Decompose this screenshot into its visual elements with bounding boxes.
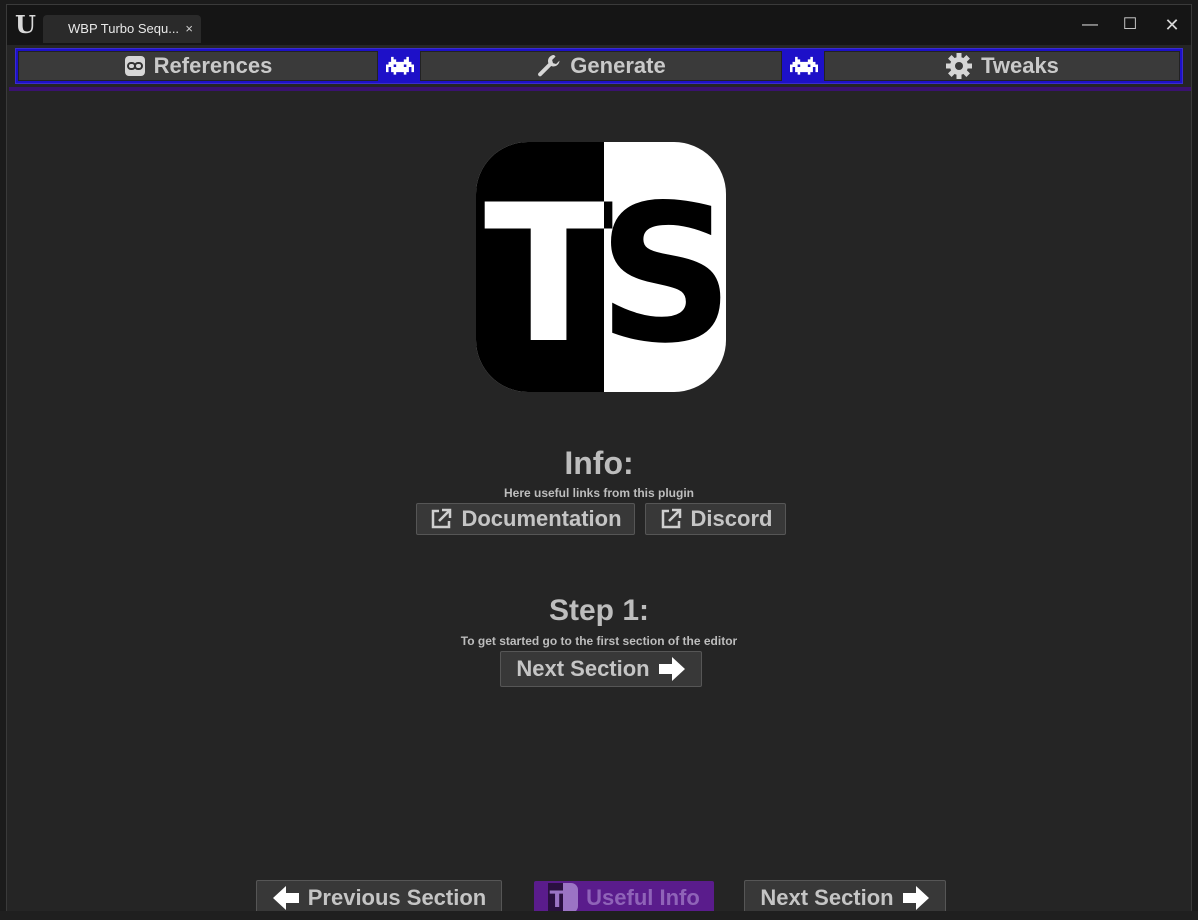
space-invader-icon: [382, 52, 418, 82]
ts-logo-icon: TS: [548, 883, 579, 913]
wrench-icon: [538, 54, 560, 77]
previous-section-label: Previous Section: [307, 885, 487, 910]
maximize-icon[interactable]: ☐: [1117, 13, 1143, 37]
discord-button[interactable]: Discord: [645, 503, 786, 535]
tab-title: WBP Turbo Sequ...: [68, 21, 180, 36]
references-button[interactable]: References: [18, 51, 378, 81]
step1-next-label: Next Section: [516, 656, 650, 681]
turbo-sequencer-logo: TS TS: [476, 142, 726, 392]
unreal-logo-icon: U: [15, 10, 36, 39]
arrow-left-icon: [272, 886, 299, 910]
discord-label: Discord: [690, 506, 773, 531]
step1-next-section-button[interactable]: Next Section: [500, 651, 702, 687]
close-icon[interactable]: ✕: [1159, 13, 1185, 37]
generate-label: Generate: [570, 53, 666, 78]
tweaks-button[interactable]: Tweaks: [824, 51, 1180, 81]
info-heading: Info:: [564, 445, 634, 481]
arrow-right-icon: [658, 657, 685, 681]
os-taskbar-strip: [0, 911, 1198, 920]
documentation-label: Documentation: [461, 506, 622, 531]
footer-next-section-label: Next Section: [760, 885, 894, 910]
generate-button[interactable]: Generate: [420, 51, 782, 81]
useful-info-label: Useful Info: [586, 885, 700, 910]
tweaks-label: Tweaks: [981, 53, 1059, 78]
gear-icon: [946, 53, 973, 79]
tab-wbp-turbo-sequencer[interactable]: WBP Turbo Sequ... ×: [43, 15, 201, 43]
useful-info-button[interactable]: TS Useful Info: [534, 881, 714, 915]
space-invader-icon: [786, 52, 822, 82]
documentation-button[interactable]: Documentation: [416, 503, 635, 535]
step1-subtitle: To get started go to the first section o…: [460, 634, 738, 648]
external-link-icon: [432, 508, 452, 529]
external-link-icon: [661, 508, 681, 529]
minimize-icon[interactable]: —: [1077, 13, 1103, 37]
title-bar: U WBP Turbo Sequ... × — ☐ ✕: [7, 5, 1191, 45]
references-label: References: [153, 53, 273, 78]
info-subtitle: Here useful links from this plugin: [503, 486, 695, 500]
section-nav-bar: References Generate Tweaks: [15, 48, 1183, 84]
editor-window: U WBP Turbo Sequ... × — ☐ ✕ References G…: [6, 4, 1192, 916]
nav-divider: [9, 87, 1191, 91]
step1-heading: Step 1:: [548, 594, 650, 627]
tab-close-icon[interactable]: ×: [185, 15, 193, 43]
main-content: TS TS Info: Here useful links from this …: [7, 95, 1191, 916]
link-icon: [124, 56, 145, 76]
svg-text:TS: TS: [550, 888, 578, 913]
arrow-right-icon: [902, 886, 929, 910]
